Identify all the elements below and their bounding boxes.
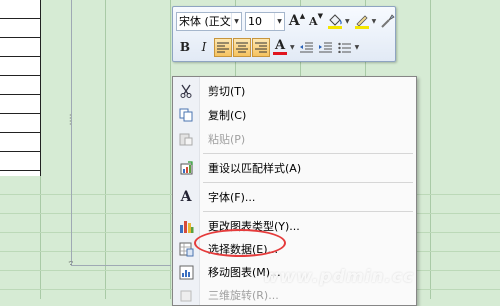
- font-name-value: 宋体 (正文: [179, 15, 231, 28]
- menu-item-label: 重设以匹配样式(A): [208, 162, 302, 175]
- grow-font-button[interactable]: A ▲: [288, 12, 306, 31]
- data-table-cells[interactable]: [0, 0, 41, 176]
- align-center-button[interactable]: [233, 37, 251, 57]
- font-name-dropdown[interactable]: 宋体 (正文 ▼: [176, 11, 242, 31]
- increase-indent-icon: [319, 42, 333, 52]
- copy-icon: [173, 108, 199, 122]
- font-icon: A: [180, 189, 192, 205]
- chart-area-border[interactable]: [71, 265, 171, 266]
- align-center-icon: [236, 42, 248, 52]
- reset-style-icon: [173, 161, 199, 175]
- gridline: [105, 0, 106, 299]
- menu-item-copy[interactable]: 复制(C): [173, 104, 416, 126]
- increase-indent-button[interactable]: [317, 38, 335, 57]
- align-right-button[interactable]: [252, 37, 270, 57]
- menu-separator: [203, 153, 413, 154]
- decrease-indent-button[interactable]: [298, 38, 316, 57]
- scissors-icon: [173, 84, 199, 98]
- menu-item-cut[interactable]: 剪切(T): [173, 80, 416, 102]
- menu-item-label: 粘贴(P): [208, 133, 246, 146]
- line-color-button[interactable]: [353, 12, 371, 31]
- paste-icon: [173, 132, 199, 146]
- menu-item-label: 剪切(T): [208, 85, 246, 98]
- chevron-down-icon[interactable]: ▼: [355, 44, 360, 51]
- bold-button[interactable]: B: [176, 38, 194, 57]
- chart-area-border[interactable]: [71, 0, 72, 266]
- bullets-button[interactable]: [336, 38, 354, 57]
- move-chart-icon: [173, 265, 199, 280]
- format-painter-button[interactable]: [379, 12, 397, 31]
- table-row[interactable]: [0, 95, 40, 114]
- watermark-text: www.pdmin.cc: [263, 267, 415, 287]
- menu-item-label: 字体(F)...: [208, 191, 256, 204]
- chevron-down-icon[interactable]: ▼: [345, 18, 350, 25]
- table-row[interactable]: [0, 0, 40, 19]
- align-right-icon: [255, 42, 267, 52]
- menu-separator: [203, 211, 413, 212]
- font-color-icon: A: [274, 38, 286, 53]
- font-size-dropdown[interactable]: 10 ▼: [245, 11, 285, 31]
- menu-item-reset-style[interactable]: 重设以匹配样式(A): [173, 157, 416, 179]
- highlight-circle-annotation: [194, 229, 286, 257]
- bold-icon: B: [179, 40, 191, 54]
- shrink-font-button[interactable]: A ▼: [307, 12, 325, 31]
- chart-type-icon: [173, 219, 199, 234]
- font-color-button[interactable]: A: [271, 38, 289, 57]
- paint-bucket-icon: [328, 13, 342, 29]
- chevron-down-icon[interactable]: ▼: [231, 12, 241, 30]
- resize-handle[interactable]: · · · ·: [69, 112, 71, 129]
- bullet-list-icon: [338, 42, 352, 53]
- 3d-rotate-icon: [173, 288, 199, 303]
- chevron-down-icon[interactable]: ▼: [274, 12, 284, 30]
- table-row[interactable]: [0, 76, 40, 95]
- table-row[interactable]: [0, 38, 40, 57]
- table-row[interactable]: [0, 152, 40, 171]
- align-left-icon: [217, 42, 229, 52]
- mini-toolbar: 宋体 (正文 ▼ 10 ▼ A ▲ A ▼ ▼ ▼ B I A ▼ ▼: [172, 6, 396, 62]
- chevron-down-icon[interactable]: ▼: [290, 44, 295, 51]
- grow-font-icon: A: [288, 13, 300, 29]
- shrink-font-icon: A: [309, 14, 318, 28]
- menu-separator: [203, 182, 413, 183]
- font-size-value: 10: [248, 14, 262, 28]
- font-color-swatch: [273, 52, 287, 55]
- chevron-down-icon[interactable]: ▼: [372, 18, 377, 25]
- brush-icon: [381, 14, 395, 28]
- pen-icon: [354, 14, 369, 29]
- fill-color-button[interactable]: [326, 12, 344, 31]
- table-row[interactable]: [0, 133, 40, 152]
- decrease-indent-icon: [300, 42, 314, 52]
- italic-button[interactable]: I: [195, 38, 213, 57]
- italic-icon: I: [201, 40, 207, 54]
- gridline: [430, 0, 431, 299]
- gridline: [170, 0, 171, 299]
- menu-item-font[interactable]: A 字体(F)...: [173, 186, 416, 208]
- align-left-button[interactable]: [214, 37, 232, 57]
- resize-handle[interactable]: ·:·: [68, 259, 74, 267]
- menu-item-paste: 粘贴(P): [173, 128, 416, 150]
- table-row[interactable]: [0, 19, 40, 38]
- table-row[interactable]: [0, 57, 40, 76]
- menu-item-label: 复制(C): [208, 109, 247, 122]
- table-row[interactable]: [0, 114, 40, 133]
